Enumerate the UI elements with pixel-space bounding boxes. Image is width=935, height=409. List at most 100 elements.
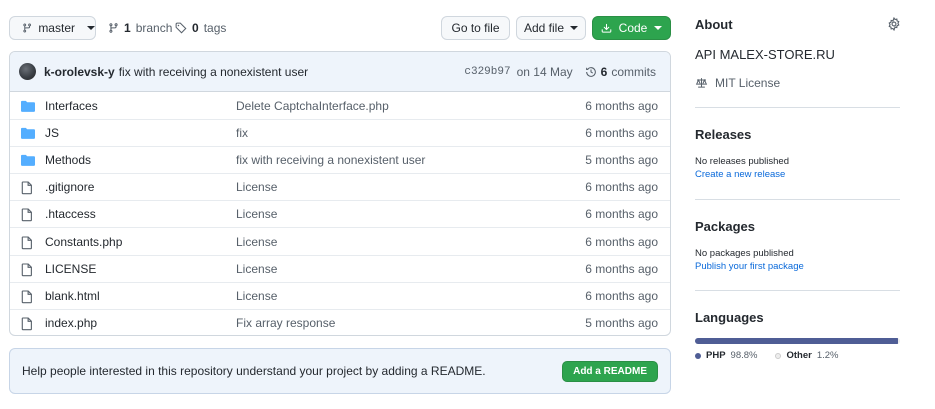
- packages-heading[interactable]: Packages: [695, 219, 755, 234]
- tag-icon: [175, 22, 187, 34]
- language-bar: [695, 338, 900, 344]
- readme-prompt: Help people interested in this repositor…: [9, 348, 671, 394]
- file-row: JS fix 6 months ago: [10, 119, 670, 146]
- branches-label: branch: [135, 21, 173, 35]
- language-dot-icon: [775, 352, 782, 359]
- add-readme-button[interactable]: Add a README: [562, 361, 658, 382]
- sidebar: About API MALEX-STORE.RU MIT License Rel…: [695, 0, 905, 409]
- file-name-link[interactable]: Methods: [45, 153, 91, 167]
- file-row: .gitignore License 6 months ago: [10, 173, 670, 200]
- create-release-link[interactable]: Create a new release: [695, 169, 785, 180]
- file-commit-message[interactable]: fix: [236, 126, 248, 140]
- tags-link[interactable]: 0 tags: [175, 16, 226, 40]
- readme-prompt-text: Help people interested in this repositor…: [22, 364, 486, 378]
- code-label: Code: [618, 21, 648, 35]
- license-name: MIT License: [715, 76, 781, 90]
- git-branch-icon: [109, 23, 118, 33]
- file-icon: [21, 181, 35, 195]
- file-commit-age: 6 months ago: [585, 288, 658, 303]
- publish-package-link[interactable]: Publish your first package: [695, 261, 804, 272]
- download-icon: [601, 23, 611, 33]
- file-name-link[interactable]: .htaccess: [45, 207, 96, 221]
- file-browser: k-orolevsk-y fix with receiving a nonexi…: [9, 51, 671, 336]
- git-branch-icon: [23, 23, 32, 33]
- file-commit-age: 6 months ago: [585, 234, 658, 249]
- folder-icon: [21, 127, 35, 139]
- avatar[interactable]: [19, 63, 36, 80]
- divider: [695, 199, 900, 200]
- law-icon: [695, 78, 708, 88]
- language-bar-segment: [897, 338, 900, 344]
- commit-sha[interactable]: c329b97: [464, 66, 510, 78]
- branch-select-button[interactable]: master: [9, 16, 96, 40]
- file-icon: [21, 235, 35, 249]
- file-commit-message[interactable]: Delete CaptchaInterface.php: [236, 99, 389, 113]
- file-commit-message[interactable]: License: [236, 180, 277, 194]
- file-commit-age: 6 months ago: [585, 261, 658, 276]
- packages-empty-text: No packages published: [695, 248, 794, 259]
- language-bar-segment: [695, 338, 898, 344]
- file-name-link[interactable]: JS: [45, 126, 59, 140]
- language-name: Other: [786, 350, 812, 361]
- file-icon: [21, 208, 35, 222]
- code-button[interactable]: Code: [592, 16, 671, 40]
- branch-name: master: [38, 21, 75, 35]
- file-row: LICENSE License 6 months ago: [10, 254, 670, 282]
- commit-meta: c329b97 on 14 May 6 commits: [464, 52, 656, 92]
- go-to-file-button[interactable]: Go to file: [441, 16, 510, 40]
- file-commit-age: 6 months ago: [585, 98, 658, 113]
- file-commit-age: 6 months ago: [585, 180, 658, 195]
- file-row: blank.html License 6 months ago: [10, 281, 670, 309]
- language-item[interactable]: Other 1.2%: [775, 350, 838, 361]
- languages-heading: Languages: [695, 310, 764, 325]
- file-row: Methods fix with receiving a nonexistent …: [10, 146, 670, 173]
- file-commit-message[interactable]: License: [236, 207, 277, 221]
- folder-icon: [21, 154, 35, 167]
- file-name-link[interactable]: index.php: [45, 316, 97, 330]
- language-item[interactable]: PHP 98.8%: [695, 350, 757, 361]
- chevron-down-icon: [87, 26, 95, 30]
- file-commit-age: 5 months ago: [585, 153, 658, 168]
- file-icon: [21, 263, 35, 276]
- file-commit-message[interactable]: Fix array response: [236, 316, 335, 330]
- file-name-link[interactable]: Interfaces: [45, 99, 98, 113]
- file-row: .htaccess License 6 months ago: [10, 200, 670, 227]
- file-icon: [21, 290, 35, 304]
- releases-heading[interactable]: Releases: [695, 127, 751, 142]
- file-name-link[interactable]: blank.html: [45, 289, 100, 303]
- gear-icon[interactable]: [887, 17, 901, 31]
- file-commit-message[interactable]: License: [236, 235, 277, 249]
- file-row: Constants.php License 6 months ago: [10, 227, 670, 254]
- repo-description: API MALEX-STORE.RU: [695, 47, 835, 62]
- file-name-link[interactable]: LICENSE: [45, 262, 96, 276]
- file-name-link[interactable]: .gitignore: [45, 180, 94, 194]
- latest-commit-bar: k-orolevsk-y fix with receiving a nonexi…: [10, 52, 670, 92]
- branches-link[interactable]: 1 branch: [108, 16, 172, 40]
- license-link[interactable]: MIT License: [695, 76, 780, 90]
- tags-label: tags: [203, 21, 227, 35]
- language-name: PHP: [706, 350, 726, 361]
- language-percent: 1.2%: [816, 350, 839, 361]
- branches-count: 1: [124, 21, 131, 35]
- language-list: PHP 98.8% Other 1.2%: [695, 350, 838, 361]
- file-row: Interfaces Delete CaptchaInterface.php 6 m…: [10, 92, 670, 119]
- file-commit-age: 5 months ago: [585, 315, 658, 330]
- divider: [695, 107, 900, 108]
- add-file-button[interactable]: Add file: [516, 16, 586, 40]
- file-commit-message[interactable]: License: [236, 289, 277, 303]
- about-heading: About: [695, 17, 733, 32]
- file-commit-age: 6 months ago: [585, 126, 658, 141]
- commit-date[interactable]: on 14 May: [517, 65, 573, 79]
- file-commit-age: 6 months ago: [585, 207, 658, 222]
- chevron-down-icon: [570, 26, 579, 30]
- commit-author[interactable]: k-orolevsk-y: [44, 65, 115, 79]
- commit-message[interactable]: fix with receiving a nonexistent user: [119, 65, 308, 79]
- file-commit-message[interactable]: License: [236, 262, 277, 276]
- file-name-link[interactable]: Constants.php: [45, 235, 122, 249]
- file-row: index.php Fix array response 5 months ago: [10, 308, 670, 335]
- file-commit-message[interactable]: fix with receiving a nonexistent user: [236, 153, 425, 167]
- file-icon: [21, 317, 35, 331]
- commits-link[interactable]: 6 commits: [585, 65, 656, 79]
- language-percent: 98.8%: [730, 350, 758, 361]
- commit-count: 6: [600, 65, 608, 79]
